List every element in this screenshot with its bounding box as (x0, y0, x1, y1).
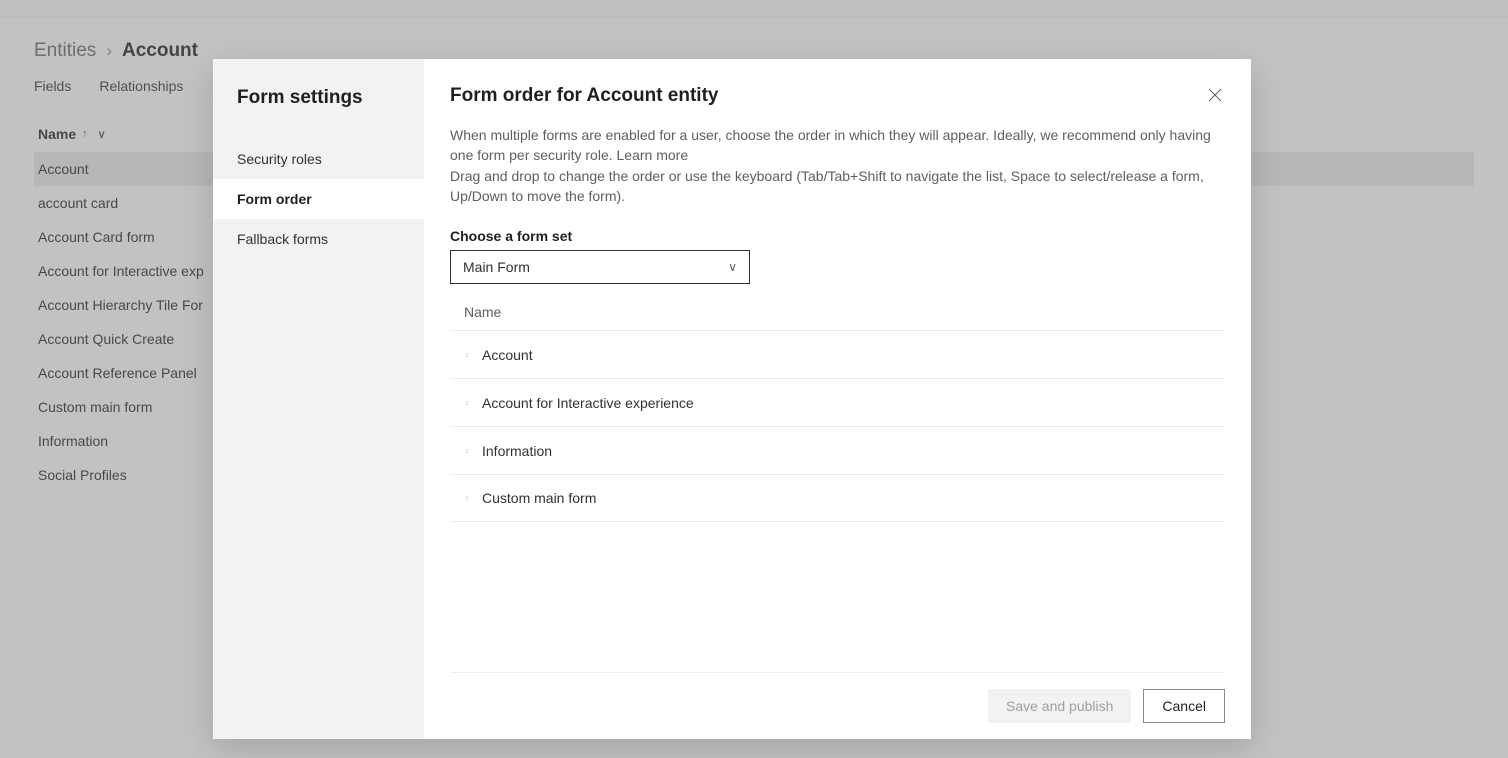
dialog-desc-line2: Drag and drop to change the order or use… (450, 168, 1204, 204)
form-settings-dialog: Form settings Security rolesForm orderFa… (213, 59, 1251, 739)
dialog-side-nav: Security rolesForm orderFallback forms (213, 139, 424, 259)
dialog-desc-line1: When multiple forms are enabled for a us… (450, 127, 1211, 163)
forms-table-row[interactable]: Account (450, 330, 1225, 378)
form-set-select[interactable]: Main Form ∨ (450, 250, 750, 284)
drag-handle-icon[interactable] (454, 491, 468, 505)
forms-row-label: Custom main form (482, 490, 596, 506)
drag-handle-icon[interactable] (454, 444, 468, 458)
forms-table-header: Name (450, 304, 1225, 330)
forms-table-row[interactable]: Information (450, 426, 1225, 474)
save-and-publish-button[interactable]: Save and publish (988, 689, 1131, 723)
forms-row-label: Account for Interactive experience (482, 395, 694, 411)
side-nav-item[interactable]: Security roles (213, 139, 424, 179)
side-nav-item[interactable]: Fallback forms (213, 219, 424, 259)
dialog-description: When multiple forms are enabled for a us… (450, 125, 1225, 206)
dialog-title: Form order for Account entity (450, 85, 1225, 107)
side-nav-item[interactable]: Form order (213, 179, 424, 219)
form-set-value: Main Form (463, 259, 530, 275)
forms-row-label: Information (482, 443, 552, 459)
cancel-button[interactable]: Cancel (1143, 689, 1225, 723)
chevron-down-icon: ∨ (728, 260, 737, 274)
forms-table-row[interactable]: Custom main form (450, 474, 1225, 522)
forms-row-label: Account (482, 347, 533, 363)
learn-more-link[interactable]: Learn more (617, 147, 689, 163)
close-button[interactable] (1203, 83, 1227, 107)
forms-table-row[interactable]: Account for Interactive experience (450, 378, 1225, 426)
drag-handle-icon[interactable] (454, 396, 468, 410)
close-icon (1207, 87, 1223, 103)
form-set-label: Choose a form set (450, 228, 1225, 244)
dialog-side-title: Form settings (213, 87, 424, 109)
drag-handle-icon[interactable] (454, 348, 468, 362)
